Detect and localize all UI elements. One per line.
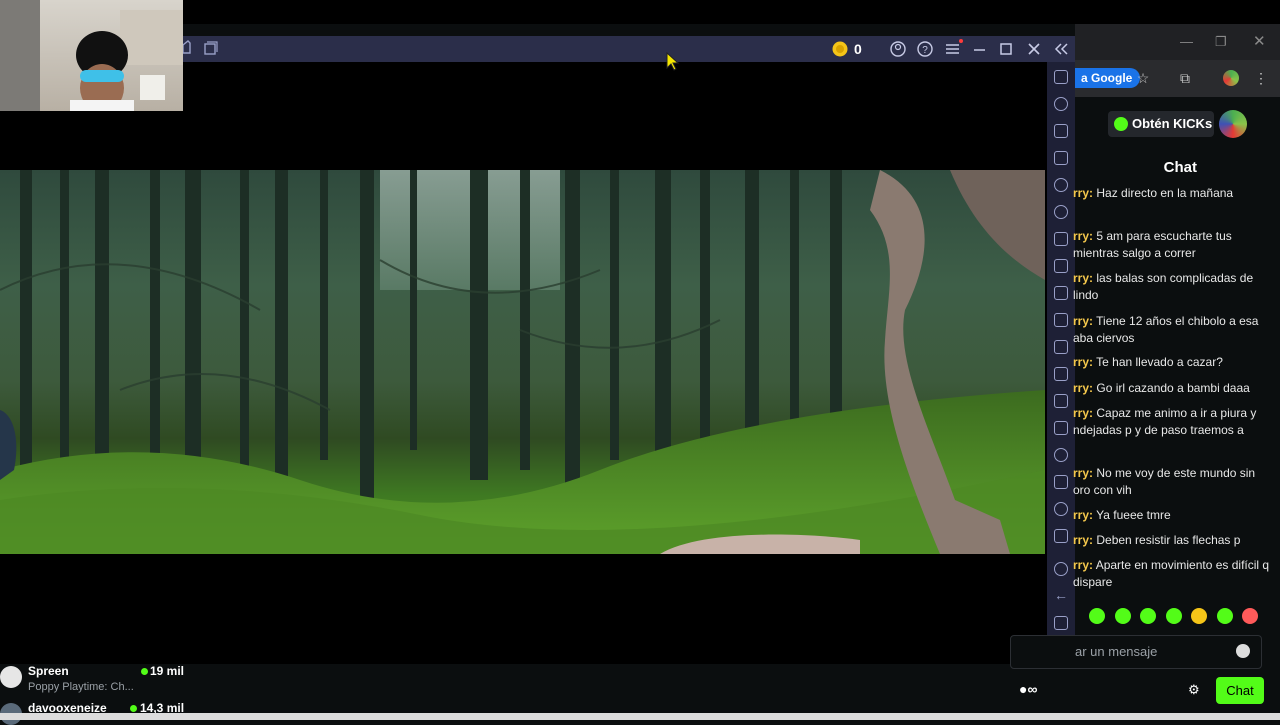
recommended-channel[interactable]: Spreen Poppy Playtime: Ch... 19 mil bbox=[0, 664, 185, 698]
google-account-chip[interactable]: a Google bbox=[1075, 68, 1141, 88]
chat-message: rry: Ya fueee tmre bbox=[1073, 508, 1171, 522]
svg-text:?: ? bbox=[922, 45, 928, 56]
coin-count: 0 bbox=[854, 41, 862, 57]
emote-icon[interactable] bbox=[1166, 608, 1182, 624]
chat-message: rry: 5 am para escucharte tus mientras s… bbox=[1073, 229, 1232, 260]
emote-icon[interactable] bbox=[1191, 608, 1207, 624]
minimize-icon[interactable]: — bbox=[1180, 34, 1193, 49]
multi-instance-icon[interactable] bbox=[1054, 394, 1068, 408]
emulator-home-icon[interactable] bbox=[183, 40, 191, 54]
emulator-toolbar: ← bbox=[1047, 62, 1075, 664]
speed-icon[interactable] bbox=[1054, 502, 1068, 516]
chat-message: rry: Capaz me animo a ir a piura y ndeja… bbox=[1073, 406, 1257, 437]
layers-icon[interactable] bbox=[1054, 475, 1068, 489]
folder-icon[interactable] bbox=[1054, 340, 1068, 354]
macro-icon[interactable] bbox=[1054, 232, 1068, 246]
extensions-icon[interactable]: ⧉ bbox=[1175, 68, 1195, 88]
chat-message: rry: No me voy de este mundo sin oro con… bbox=[1073, 466, 1256, 497]
chat-message: rry: las balas son complicadas de lindo bbox=[1073, 271, 1254, 302]
emulator-title-bar: ? 0 bbox=[183, 36, 1075, 62]
restore-icon[interactable]: ❐ bbox=[1215, 34, 1227, 50]
taskbar-edge bbox=[0, 713, 1280, 720]
webcam-overlay bbox=[0, 0, 183, 111]
coin-icon bbox=[832, 41, 848, 57]
close-icon[interactable]: ✕ bbox=[1253, 32, 1266, 50]
channel-category: Poppy Playtime: Ch... bbox=[28, 681, 134, 693]
kick-dots-icon[interactable]: ●∞ bbox=[1019, 681, 1037, 697]
chat-settings-gear-icon[interactable]: ⚙ bbox=[1188, 682, 1200, 698]
chat-title: Chat bbox=[1163, 159, 1197, 176]
help-icon[interactable]: ? bbox=[917, 41, 933, 57]
emote-icon[interactable] bbox=[1242, 608, 1258, 624]
emote-icon[interactable] bbox=[1089, 608, 1105, 624]
chat-message: rry: Tiene 12 años el chibolo a esa aba … bbox=[1073, 314, 1259, 345]
emoji-picker-icon[interactable] bbox=[1236, 644, 1250, 658]
channel-name: Spreen bbox=[28, 664, 69, 678]
emulator-maximize-icon[interactable] bbox=[1000, 43, 1012, 55]
fullscreen-icon[interactable] bbox=[1054, 70, 1068, 84]
profile-avatar-icon[interactable] bbox=[1221, 68, 1241, 88]
chat-send-button[interactable]: Chat bbox=[1216, 677, 1264, 704]
mouse-cursor-icon bbox=[666, 52, 680, 71]
gamepad-icon[interactable] bbox=[1054, 259, 1068, 273]
emote-icon[interactable] bbox=[1217, 608, 1233, 624]
settings-gear-icon[interactable] bbox=[1054, 562, 1068, 576]
eraser-icon[interactable] bbox=[1054, 421, 1068, 435]
media-icon[interactable] bbox=[1054, 124, 1068, 138]
streamer-webcam-image bbox=[0, 0, 183, 111]
bookmark-star-icon[interactable]: ☆ bbox=[1133, 68, 1153, 88]
browser-tab-bar: — ❐ ✕ bbox=[1075, 24, 1280, 60]
emulator-close-icon[interactable] bbox=[1028, 43, 1040, 55]
screenshot-icon[interactable] bbox=[1054, 286, 1068, 300]
desktop-top-strip bbox=[0, 0, 1280, 24]
multi-window-icon[interactable] bbox=[204, 41, 218, 55]
chat-message: rry: Go irl cazando a bambi daaa bbox=[1073, 381, 1250, 395]
chat-message: rry: Haz directo en la mañana bbox=[1073, 186, 1234, 200]
chat-message-input[interactable]: ar un mensaje bbox=[1010, 635, 1262, 669]
keyboard-icon[interactable] bbox=[1054, 151, 1068, 165]
location-icon[interactable] bbox=[1054, 448, 1068, 462]
back-arrow-icon[interactable]: ← bbox=[1054, 588, 1068, 603]
record-icon[interactable] bbox=[1054, 178, 1068, 192]
browser-toolbar: a Google ☆ ⧉ ⋮ bbox=[1075, 60, 1280, 97]
viewer-count: 19 mil bbox=[150, 664, 185, 678]
airplane-icon[interactable] bbox=[1054, 367, 1068, 381]
home-icon[interactable] bbox=[1054, 616, 1068, 630]
emote-icon[interactable] bbox=[1115, 608, 1131, 624]
region-capture-icon[interactable] bbox=[1054, 313, 1068, 327]
emote-row bbox=[1075, 608, 1280, 626]
chat-message: rry: Deben resistir las flechas p bbox=[1073, 533, 1241, 547]
video-frame-forest bbox=[0, 170, 1045, 554]
live-indicator-icon bbox=[130, 705, 137, 712]
user-avatar[interactable] bbox=[1219, 110, 1247, 138]
chat-panel: Obtén KICKs Chat rry: Haz directo en la … bbox=[1010, 97, 1280, 720]
get-kicks-button[interactable]: Obtén KICKs bbox=[1108, 111, 1214, 137]
side-panel-icon[interactable] bbox=[1054, 529, 1068, 543]
chat-message: rry: Te han llevado a cazar? bbox=[1073, 355, 1223, 369]
forest-scene-illustration bbox=[0, 170, 1045, 554]
live-indicator-icon bbox=[141, 668, 148, 675]
get-kicks-label: Obtén KICKs bbox=[1132, 116, 1213, 131]
rotate-icon[interactable] bbox=[1054, 205, 1068, 219]
chat-message: rry: Aparte en movimiento es difícil q d… bbox=[1073, 558, 1270, 589]
account-icon[interactable] bbox=[890, 41, 906, 57]
emote-icon[interactable] bbox=[1140, 608, 1156, 624]
menu-icon[interactable] bbox=[946, 39, 963, 54]
kick-logo-icon bbox=[1114, 117, 1128, 131]
volume-icon[interactable] bbox=[1054, 97, 1068, 111]
collapse-sidebar-icon[interactable] bbox=[1054, 43, 1068, 55]
browser-menu-icon[interactable]: ⋮ bbox=[1251, 68, 1271, 88]
channel-avatar bbox=[0, 666, 22, 688]
